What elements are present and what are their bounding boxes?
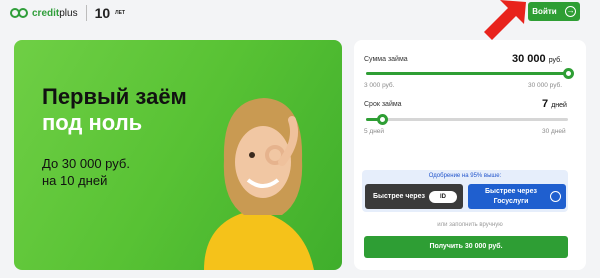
term-min: 5 дней bbox=[364, 128, 385, 135]
loan-calculator: Сумма займа 30 000 руб. 3 000 руб. 30 00… bbox=[354, 40, 586, 270]
term-slider-handle[interactable] bbox=[376, 114, 388, 125]
hero-title-line2: под ноль bbox=[42, 110, 143, 135]
anniversary-years: ЛЕТ bbox=[115, 9, 126, 16]
hero-woman-photo bbox=[204, 98, 314, 270]
term-label: Срок займа bbox=[364, 101, 402, 108]
arrow-right-icon bbox=[564, 6, 576, 17]
get-loan-button[interactable]: Получить 30 000 руб. bbox=[364, 236, 568, 258]
amount-label: Сумма займа bbox=[364, 56, 408, 63]
hero-banner: Первый заём под ноль До 30 000 руб. на 1… bbox=[14, 40, 342, 270]
gosuslugi-button[interactable]: Быстрее через Госуслуги bbox=[468, 184, 566, 209]
gosuslugi-icon bbox=[550, 191, 561, 202]
approval-hint: Одобрение на 95% выше: bbox=[428, 173, 502, 179]
amount-max: 30 000 руб. bbox=[528, 82, 563, 89]
term-slider-track[interactable] bbox=[366, 118, 568, 121]
amount-slider-fill bbox=[366, 72, 568, 75]
login-label: Войти bbox=[532, 7, 557, 16]
hero-subtitle-line2: на 10 дней bbox=[42, 173, 108, 188]
annotation-arrow-icon bbox=[484, 0, 526, 40]
hero-subtitle-line1: До 30 000 руб. bbox=[42, 156, 130, 171]
fast-id-label: Быстрее через bbox=[373, 193, 425, 200]
term-value: 7 дней bbox=[542, 98, 567, 110]
gosuslugi-label-line1: Быстрее через bbox=[485, 188, 537, 195]
logo-wordmark: creditplus bbox=[32, 7, 78, 19]
amount-value: 30 000 руб. bbox=[512, 53, 563, 65]
logo[interactable]: creditplus 10 ЛЕТ bbox=[10, 4, 125, 22]
fast-id-button[interactable]: Быстрее через ID bbox=[365, 184, 463, 209]
logo-icon bbox=[10, 8, 28, 18]
fast-approval-panel: Одобрение на 95% выше: Быстрее через ID … bbox=[362, 170, 568, 212]
gosuslugi-label-line2: Госуслуги bbox=[493, 198, 529, 205]
manual-fill-link[interactable]: или заполнить вручную bbox=[354, 222, 586, 228]
login-button[interactable]: Войти bbox=[528, 2, 580, 21]
amount-slider-handle[interactable] bbox=[562, 68, 574, 79]
id-badge-icon: ID bbox=[429, 191, 457, 203]
logo-divider bbox=[85, 5, 87, 21]
term-max: 30 дней bbox=[542, 128, 566, 135]
anniversary-number: 10 bbox=[94, 5, 111, 21]
amount-min: 3 000 руб. bbox=[364, 82, 395, 89]
